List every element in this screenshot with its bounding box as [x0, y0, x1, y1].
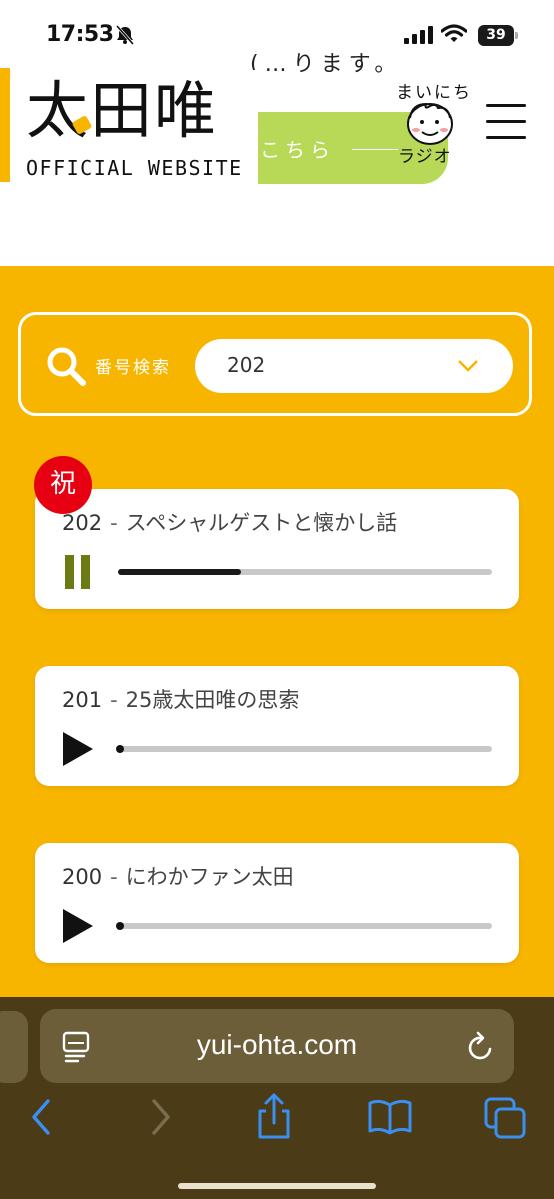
battery-indicator: 39 [478, 25, 518, 46]
progress-fill [118, 569, 242, 575]
episode-title: 200- にわかファン太田 [62, 861, 294, 891]
progress-track[interactable] [116, 745, 492, 753]
banner-link-text[interactable]: こちら [260, 134, 335, 163]
progress-track[interactable] [118, 569, 492, 575]
progress-handle[interactable] [116, 745, 124, 753]
header-peek-text: (…ります。 [250, 52, 403, 77]
episode-separator: - [110, 688, 118, 712]
play-icon[interactable] [61, 907, 95, 945]
header-accent-bar [0, 68, 10, 182]
episode-card-202[interactable]: 202- スペシャルゲストと懐かし話 [35, 489, 519, 609]
radio-logo-bottom-text[interactable]: ラジオ [398, 142, 452, 167]
menu-line-icon [486, 120, 526, 123]
selected-episode-number: 202 [227, 353, 266, 377]
episode-name: スペシャルゲストと懐かし話 [125, 511, 398, 535]
progress-track[interactable] [116, 922, 492, 930]
episode-card-200[interactable]: 200- にわかファン太田 [35, 843, 519, 963]
hamburger-menu-button[interactable] [486, 104, 526, 140]
logo-subtitle: OFFICIAL WEBSITE [26, 156, 243, 180]
browser-toolbar: yui-ohta.com [0, 997, 554, 1199]
url-text[interactable]: yui-ohta.com [40, 1029, 514, 1061]
logo-title: 太田唯 [26, 74, 219, 147]
episode-number: 201 [62, 688, 103, 712]
wifi-icon [441, 24, 467, 42]
share-icon[interactable] [256, 1093, 292, 1139]
menu-line-icon [486, 104, 526, 107]
forward-icon[interactable] [148, 1097, 174, 1137]
bell-muted-icon [115, 25, 135, 45]
cellular-signal-icon [404, 26, 433, 44]
progress-handle[interactable] [116, 922, 124, 930]
episode-search-box: 番号検索 202 [18, 312, 532, 416]
episode-card-201[interactable]: 201-25歳太田唯の思索 [35, 666, 519, 786]
episode-separator: - [110, 511, 118, 535]
episode-number: 202 [62, 511, 103, 535]
back-icon[interactable] [28, 1097, 54, 1137]
site-logo[interactable]: 太田唯 OFFICIAL WEBSITE [18, 70, 258, 186]
search-icon [47, 347, 86, 386]
episode-separator: - [110, 865, 118, 889]
home-indicator [178, 1183, 376, 1189]
bookmarks-icon[interactable] [368, 1099, 412, 1135]
episode-title: 201-25歳太田唯の思索 [62, 684, 299, 714]
site-header: (…ります。 こちら 太田唯 OFFICIAL WEBSITE まいにち ラジオ [0, 52, 554, 266]
radio-mascot-face-icon[interactable] [404, 100, 456, 146]
banner-arrow-line [352, 149, 398, 150]
episode-number-select[interactable]: 202 [195, 339, 513, 393]
episode-title: 202- スペシャルゲストと懐かし話 [62, 507, 397, 537]
reload-icon[interactable] [466, 1031, 496, 1063]
episode-name: にわかファン太田 [125, 865, 294, 889]
tabs-icon[interactable] [484, 1097, 528, 1139]
play-icon[interactable] [61, 730, 95, 768]
menu-line-icon [486, 136, 526, 139]
episode-number: 200 [62, 865, 103, 889]
search-label: 番号検索 [95, 358, 171, 378]
previous-tab-preview[interactable] [0, 1011, 28, 1083]
pause-icon[interactable] [61, 553, 95, 591]
chevron-down-icon [458, 360, 478, 372]
celebration-badge: 祝 [34, 456, 92, 514]
address-bar[interactable]: yui-ohta.com [40, 1009, 514, 1083]
status-time: 17:53 [46, 22, 114, 47]
episode-section: 番号検索 202 祝 202- スペシャルゲストと懐かし話 201-25歳太田唯の… [0, 266, 554, 999]
episode-name: 25歳太田唯の思索 [125, 688, 300, 712]
